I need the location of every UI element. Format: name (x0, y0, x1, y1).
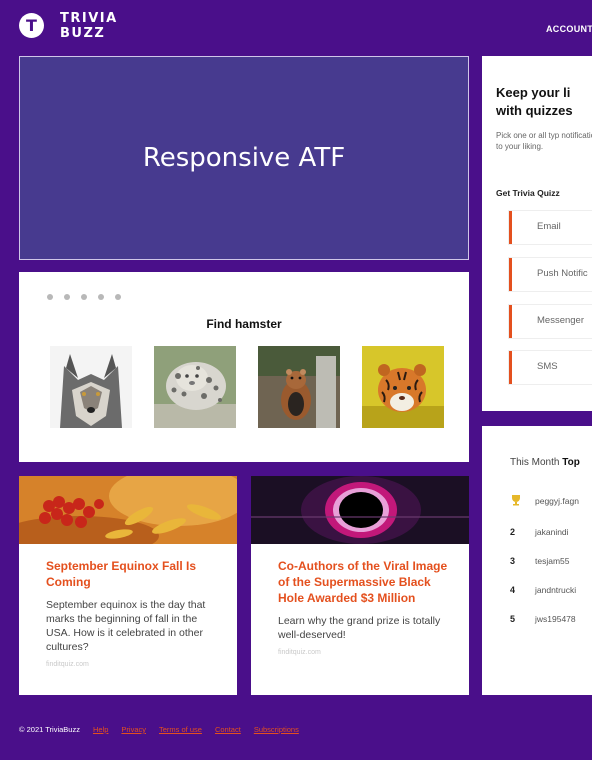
progress-dot (81, 294, 87, 300)
hero-title: Responsive ATF (142, 143, 346, 173)
article-title[interactable]: September Equinox Fall Is Coming (46, 558, 223, 590)
progress-dot (115, 294, 121, 300)
brand-name[interactable]: TRIVIA BUZZ (60, 11, 118, 41)
progress-dot (98, 294, 104, 300)
leaderboard-heading: This Month Top (510, 457, 580, 468)
article-title[interactable]: Co-Authors of the Viral Image of the Sup… (278, 558, 455, 606)
footer-link-help[interactable]: Help (93, 725, 108, 734)
progress-dots (47, 294, 121, 300)
leaderboard-username: jakanindi (535, 527, 569, 537)
signup-heading: Keep your li with quizzes (496, 85, 573, 118)
leaderboard-row[interactable]: 4 jandntrucki (510, 583, 576, 597)
footer-link-terms[interactable]: Terms of use (159, 725, 202, 734)
leaderboard-rank: 5 (510, 614, 516, 624)
leaderboard-panel: This Month Top peggyj.fagn 2 jakanindi 3… (482, 426, 592, 695)
hero-banner: Responsive ATF (19, 56, 469, 260)
progress-dot (64, 294, 70, 300)
choice-tiger-cub[interactable] (362, 346, 444, 428)
option-messenger[interactable]: Messenger (509, 305, 592, 338)
quiz-widget: Find hamster (19, 272, 469, 462)
article-source: finditquiz.com (278, 649, 321, 656)
leaderboard-row[interactable]: 3 tesjam55 (510, 554, 570, 568)
option-push-notifications[interactable]: Push Notific (509, 258, 592, 291)
snow-leopard-image (154, 346, 236, 428)
quiz-choices (50, 346, 444, 428)
leaderboard-username: jws195478 (535, 614, 576, 624)
choice-snow-leopard[interactable] (154, 346, 236, 428)
article-source: finditquiz.com (46, 661, 89, 668)
quiz-question: Find hamster (206, 317, 282, 331)
logo-icon[interactable]: T (19, 13, 44, 38)
hamster-image (258, 346, 340, 428)
leaderboard-rank: 2 (510, 527, 516, 537)
article-card[interactable]: Co-Authors of the Viral Image of the Sup… (251, 476, 469, 695)
leaderboard-username: peggyj.fagn (535, 496, 579, 506)
leaderboard-rank: 3 (510, 556, 516, 566)
leaderboard-username: jandntrucki (535, 585, 577, 595)
article-card[interactable]: September Equinox Fall Is Coming Septemb… (19, 476, 237, 695)
choice-hamster[interactable] (258, 346, 340, 428)
leaderboard-row[interactable]: peggyj.fagn (510, 494, 579, 508)
footer-link-subscriptions[interactable]: Subscriptions (254, 725, 299, 734)
site-footer: © 2021 TriviaBuzz Help Privacy Terms of … (19, 725, 299, 734)
leaderboard-username: tesjam55 (535, 556, 570, 566)
option-sms[interactable]: SMS (509, 351, 592, 384)
leaderboard-rank: 4 (510, 585, 516, 595)
option-email[interactable]: Email (509, 211, 592, 244)
choice-wolf[interactable] (50, 346, 132, 428)
copyright: © 2021 TriviaBuzz (19, 725, 80, 734)
article-image (19, 476, 237, 544)
leaderboard-row[interactable]: 2 jakanindi (510, 525, 569, 539)
wolf-image (50, 346, 132, 428)
site-header: T TRIVIA BUZZ ACCOUNT (0, 0, 592, 50)
tiger-cub-image (362, 346, 444, 428)
signup-description: Pick one or all typ notifications and to… (496, 131, 592, 151)
notification-signup-panel: Keep your li with quizzes Pick one or al… (482, 56, 592, 411)
account-link[interactable]: ACCOUNT (546, 24, 592, 34)
progress-dot (47, 294, 53, 300)
article-image (251, 476, 469, 544)
article-description: Learn why the grand prize is totally wel… (278, 615, 441, 641)
leaderboard-row[interactable]: 5 jws195478 (510, 612, 576, 626)
footer-link-contact[interactable]: Contact (215, 725, 241, 734)
article-description: September equinox is the day that marks … (46, 599, 206, 653)
footer-link-privacy[interactable]: Privacy (121, 725, 146, 734)
trophy-icon (510, 494, 535, 508)
signup-subheading: Get Trivia Quizz (496, 188, 560, 198)
